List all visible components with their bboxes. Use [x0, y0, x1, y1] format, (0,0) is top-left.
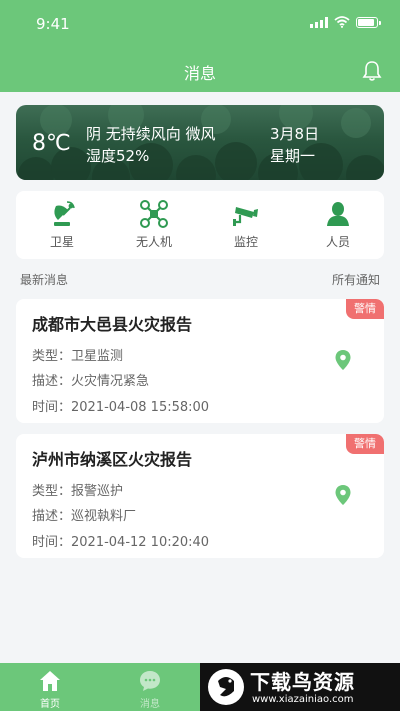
signal-icon — [310, 16, 328, 28]
watermark-url: www.xiazainiao.com — [252, 694, 354, 705]
status-icons — [310, 16, 381, 28]
category-label: 卫星 — [49, 235, 74, 249]
message-title: 泸州市纳溪区火灾报告 — [32, 450, 193, 469]
category-satellite[interactable]: 卫星 — [16, 191, 108, 259]
latest-messages-label: 最新消息 — [20, 273, 69, 287]
alert-badge: 警情 — [346, 299, 384, 319]
location-pin-icon[interactable] — [334, 484, 352, 506]
camera-icon — [233, 207, 258, 226]
date-text: 3月8日 — [270, 125, 320, 143]
message-time: 时间：2021-04-08 15:58:00 — [32, 400, 210, 415]
tab-label: 首页 — [40, 699, 60, 710]
category-label: 人员 — [325, 235, 350, 249]
message-card[interactable]: 警情 泸州市纳溪区火灾报告 类型：报警巡护 描述：巡视執料厂 时间：2021-0… — [16, 434, 384, 558]
all-notifications-link[interactable]: 所有通知 — [332, 271, 380, 288]
weather-date: 3月8日 星期一 — [270, 123, 319, 167]
status-time: 9:41 — [36, 15, 70, 33]
drone-icon — [140, 200, 168, 228]
tab-messages[interactable]: 消息 — [100, 663, 200, 711]
message-type: 类型：卫星监测 — [32, 349, 124, 364]
bird-logo-icon — [208, 669, 244, 705]
home-icon — [40, 671, 60, 691]
page-title: 消息 — [183, 64, 216, 83]
weather-description: 阴 无持续风向 微风 湿度52% — [86, 123, 216, 167]
category-personnel[interactable]: 人员 — [292, 191, 384, 259]
message-title: 成都市大邑县火灾报告 — [32, 315, 193, 334]
message-time: 时间：2021-04-12 10:20:40 — [32, 535, 210, 550]
message-type: 类型：报警巡护 — [32, 484, 124, 499]
message-description: 描述：火灾情况紧急 — [32, 374, 150, 389]
category-drone[interactable]: 无人机 — [108, 191, 200, 259]
chat-icon — [140, 671, 160, 691]
category-camera[interactable]: 监控 — [200, 191, 292, 259]
alert-badge: 警情 — [346, 434, 384, 454]
weather-condition: 阴 无持续风向 微风 — [86, 125, 216, 143]
watermark-title: 下载鸟资源 — [250, 670, 355, 694]
message-description: 描述：巡视執料厂 — [32, 509, 137, 524]
bell-icon[interactable] — [362, 60, 382, 82]
person-icon — [327, 202, 349, 226]
location-pin-icon[interactable] — [334, 349, 352, 371]
weekday-text: 星期一 — [270, 147, 316, 165]
weather-card: 8℃ 阴 无持续风向 微风 湿度52% 3月8日 星期一 — [16, 105, 384, 180]
category-label: 监控 — [233, 235, 258, 249]
wifi-icon — [334, 16, 350, 28]
weather-humidity: 湿度52% — [86, 147, 150, 165]
section-header: 最新消息 所有通知 — [20, 271, 380, 287]
tab-label: 消息 — [140, 699, 160, 710]
message-card[interactable]: 警情 成都市大邑县火灾报告 类型：卫星监测 描述：火灾情况紧急 时间：2021-… — [16, 299, 384, 423]
satellite-icon — [54, 201, 75, 226]
temperature: 8℃ — [32, 131, 71, 156]
header-bar: 9:41 消息 — [0, 0, 400, 92]
tab-home[interactable]: 首页 — [0, 663, 100, 711]
status-bar: 9:41 — [0, 0, 400, 44]
site-watermark: 下载鸟资源 www.xiazainiao.com — [200, 663, 400, 711]
category-bar: 卫星 无人机 监控 人员 — [16, 191, 384, 259]
category-label: 无人机 — [135, 235, 172, 249]
battery-icon — [356, 16, 381, 28]
